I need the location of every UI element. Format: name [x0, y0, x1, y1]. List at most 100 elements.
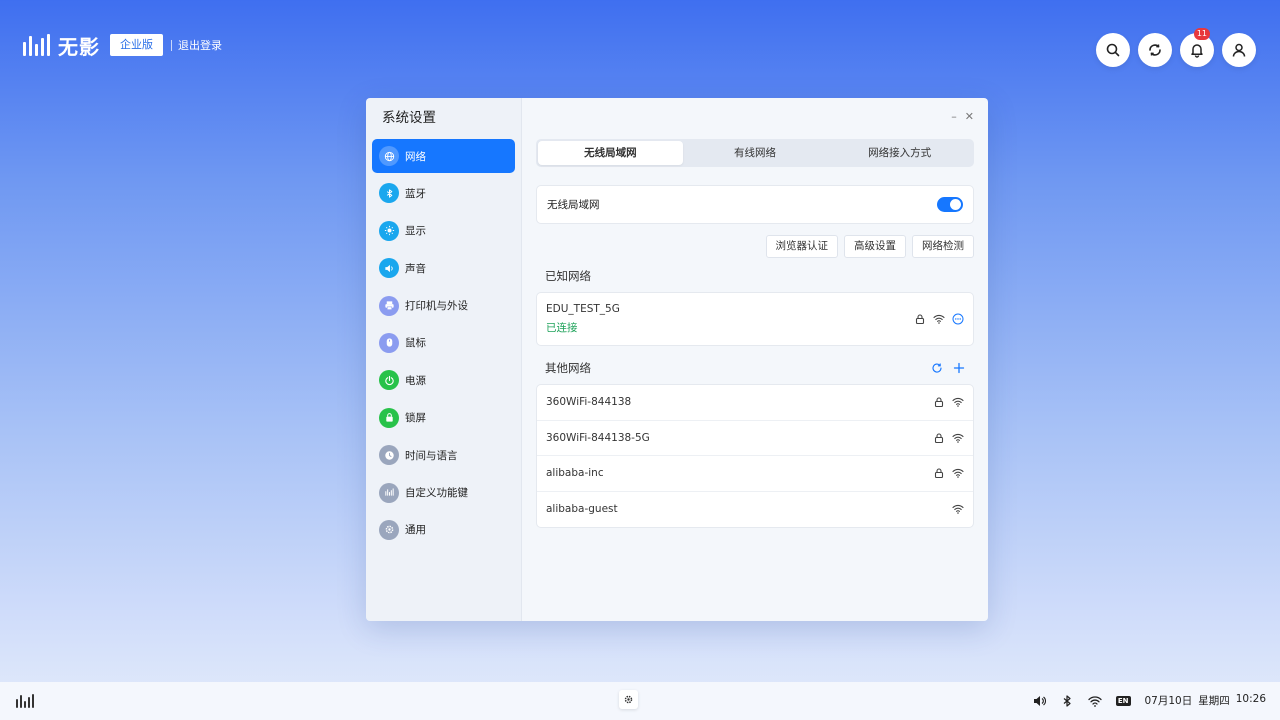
- wifi-signal-icon: [952, 433, 964, 443]
- lock-icon: [934, 397, 944, 408]
- window-controls: – ✕: [951, 110, 974, 123]
- clock-date: 07月10日: [1144, 695, 1193, 707]
- nav-list: 网络蓝牙显示声音打印机与外设鼠标电源锁屏时间与语言自定义功能键通用: [372, 139, 515, 547]
- brand-header: 无影 企业版 退出登录: [23, 32, 222, 59]
- sidebar-item-sun[interactable]: 显示: [372, 214, 515, 248]
- printer-icon: [379, 295, 399, 316]
- globe-icon: [379, 146, 399, 166]
- wifi-toggle-row: 无线局域网: [536, 185, 974, 224]
- other-networks-title: 其他网络: [545, 358, 974, 378]
- browser-auth-button[interactable]: 浏览器认证: [765, 235, 838, 258]
- sidebar-item-label: 锁屏: [405, 412, 426, 425]
- sidebar-item-label: 网络: [405, 150, 426, 163]
- network-check-button[interactable]: 网络检测: [912, 235, 974, 258]
- minimize-button[interactable]: –: [951, 110, 957, 123]
- refresh-icon: [1149, 44, 1161, 56]
- sidebar-item-label: 声音: [405, 262, 426, 275]
- wifi-toggle-switch[interactable]: [937, 197, 963, 212]
- wifi-signal-icon: [952, 398, 964, 408]
- sidebar-item-speaker[interactable]: 声音: [372, 251, 515, 285]
- sidebar-item-label: 电源: [405, 374, 426, 387]
- sidebar-item-label: 显示: [405, 225, 426, 238]
- sidebar-item-gear[interactable]: 通用: [372, 513, 515, 547]
- notification-badge: 11: [1193, 28, 1210, 40]
- more-options-icon[interactable]: [952, 313, 964, 325]
- network-ssid: 360WiFi-844138-5G: [546, 431, 650, 444]
- network-tabs: 无线局域网 有线网络 网络接入方式: [536, 139, 974, 167]
- network-ssid: alibaba-inc: [546, 467, 604, 480]
- mouse-icon: [379, 332, 399, 353]
- sidebar-item-label: 自定义功能键: [405, 487, 468, 500]
- sidebar-item-label: 时间与语言: [405, 449, 458, 462]
- sidebar-item-clock[interactable]: 时间与语言: [372, 438, 515, 472]
- network-status-icons: [933, 467, 964, 479]
- gear-icon: [379, 519, 399, 540]
- clock-icon: [379, 445, 399, 466]
- sidebar-item-label: 鼠标: [405, 337, 426, 350]
- sidebar-item-label: 蓝牙: [405, 187, 426, 200]
- speaker-icon: [379, 258, 399, 279]
- other-networks-list: 360WiFi-844138 360WiFi-844138-5G alibaba-i…: [536, 384, 974, 528]
- wifi-signal-icon: [933, 314, 945, 324]
- power-icon: [379, 370, 399, 391]
- network-list-item[interactable]: alibaba-guest: [537, 492, 973, 528]
- network-status-icons: [933, 432, 964, 444]
- known-network-item[interactable]: EDU_TEST_5G 已连接: [536, 292, 974, 346]
- search-button[interactable]: [1096, 33, 1130, 67]
- network-status-icons: [933, 396, 964, 408]
- tab-access-method[interactable]: 网络接入方式: [827, 141, 972, 165]
- known-networks-label: 已知网络: [545, 269, 591, 283]
- notification-button[interactable]: 11: [1180, 28, 1214, 67]
- sidebar-item-globe[interactable]: 网络: [372, 139, 515, 173]
- sun-icon: [379, 220, 399, 241]
- taskbar-clock[interactable]: 07月10日 星期四 10:26: [1145, 693, 1267, 708]
- start-logo-icon[interactable]: [16, 694, 34, 708]
- settings-sidebar: 系统设置 网络 蓝牙 显示 声音 打印机与外设 鼠标 电源 锁屏 时间与语言 自定义功能键 通用: [366, 98, 522, 621]
- brand-logo-icon: [23, 34, 50, 56]
- bluetooth-icon[interactable]: [1060, 694, 1074, 708]
- brand-name: 无影: [58, 34, 100, 59]
- tab-wireless[interactable]: 无线局域网: [538, 141, 683, 165]
- known-networks-title: 已知网络: [545, 266, 974, 286]
- logout-link[interactable]: 退出登录: [171, 39, 222, 51]
- close-button[interactable]: ✕: [965, 110, 974, 123]
- volume-icon[interactable]: [1032, 694, 1046, 708]
- network-list-item[interactable]: alibaba-inc: [537, 456, 973, 492]
- sync-button[interactable]: [1138, 33, 1172, 67]
- refresh-icon[interactable]: [931, 362, 943, 374]
- sidebar-item-power[interactable]: 电源: [372, 363, 515, 397]
- search-icon: [1106, 43, 1120, 57]
- clock-time: 10:26: [1235, 693, 1266, 705]
- gear-icon: [624, 695, 633, 704]
- lock-icon: [934, 433, 944, 443]
- network-list-item[interactable]: 360WiFi-844138: [537, 385, 973, 421]
- edition-badge[interactable]: 企业版: [110, 34, 163, 56]
- sidebar-item-keys[interactable]: 自定义功能键: [372, 476, 515, 510]
- sidebar-item-bluetooth[interactable]: 蓝牙: [372, 176, 515, 210]
- lock-icon: [915, 314, 925, 325]
- add-icon[interactable]: [953, 362, 965, 374]
- ime-indicator[interactable]: EN: [1115, 695, 1131, 706]
- user-icon: [1232, 43, 1246, 57]
- settings-window: 系统设置 网络 蓝牙 显示 声音 打印机与外设 鼠标 电源 锁屏 时间与语言 自定义功能键 通用 –…: [366, 98, 988, 621]
- settings-content: – ✕ 无线局域网 有线网络 网络接入方式 无线局域网 浏览器认证 高级设置 网…: [522, 98, 988, 621]
- network-ssid: alibaba-guest: [546, 503, 618, 516]
- taskbar-settings-app[interactable]: [619, 690, 638, 709]
- network-ssid: 360WiFi-844138: [546, 396, 632, 409]
- wifi-signal-icon: [952, 469, 964, 479]
- sidebar-item-mouse[interactable]: 鼠标: [372, 326, 515, 360]
- lock-icon: [934, 468, 944, 479]
- advanced-settings-button[interactable]: 高级设置: [844, 235, 906, 258]
- wifi-icon[interactable]: [1088, 694, 1102, 708]
- user-button[interactable]: [1222, 33, 1256, 67]
- known-network-status: 已连接: [546, 322, 578, 334]
- top-actions: 11: [1096, 28, 1256, 67]
- tab-wired[interactable]: 有线网络: [683, 141, 828, 165]
- system-tray: EN 07月10日 星期四 10:26: [1032, 693, 1266, 708]
- sidebar-item-lock[interactable]: 锁屏: [372, 401, 515, 435]
- sidebar-item-printer[interactable]: 打印机与外设: [372, 289, 515, 323]
- keys-icon: [379, 482, 399, 503]
- network-list-item[interactable]: 360WiFi-844138-5G: [537, 421, 973, 456]
- known-network-ssid: EDU_TEST_5G: [546, 303, 620, 315]
- bell-icon: [1191, 44, 1203, 58]
